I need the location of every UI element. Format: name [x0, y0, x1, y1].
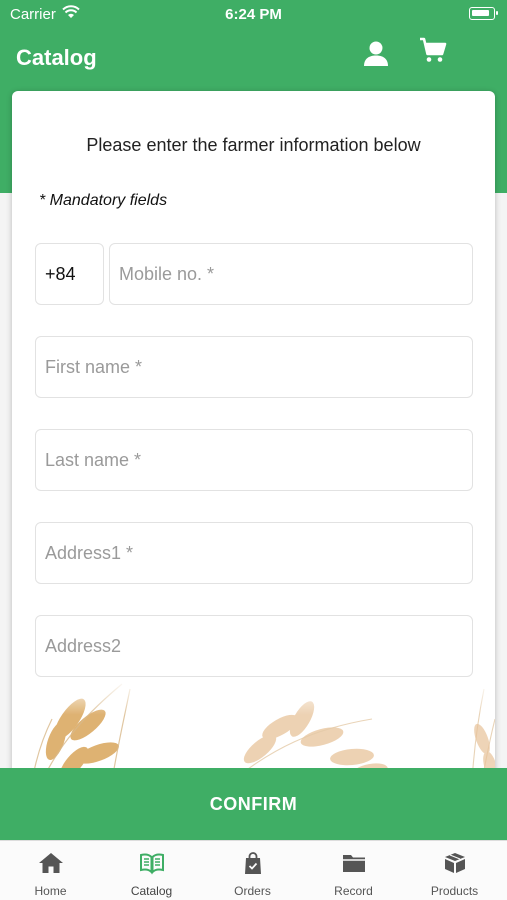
products-icon — [445, 853, 465, 873]
orders-icon — [245, 852, 261, 874]
country-code: +84 — [45, 263, 76, 284]
mobile-field[interactable] — [109, 243, 473, 305]
country-code-field[interactable]: +84 — [35, 243, 104, 305]
record-icon — [343, 855, 365, 872]
form-instructions: Please enter the farmer information belo… — [86, 135, 421, 155]
farmer-form-card: Please enter the farmer information belo… — [12, 91, 495, 781]
first-name-input[interactable] — [45, 356, 472, 378]
status-bar: Carrier 6:24 PM — [0, 0, 507, 30]
first-name-field[interactable] — [35, 336, 473, 398]
tab-orders[interactable]: Orders — [202, 841, 303, 900]
status-time: 6:24 PM — [225, 6, 282, 23]
page-title: Catalog — [16, 45, 97, 70]
address2-input[interactable] — [45, 635, 472, 657]
tab-home-label: Home — [34, 884, 67, 898]
tab-record-label: Record — [334, 884, 373, 898]
home-icon — [39, 853, 63, 873]
user-icon[interactable] — [361, 38, 391, 68]
battery-icon — [469, 7, 498, 20]
mandatory-note: * Mandatory fields — [39, 192, 168, 209]
tab-record[interactable]: Record — [303, 841, 404, 900]
tab-home[interactable]: Home — [0, 841, 101, 900]
address1-field[interactable] — [35, 522, 473, 584]
cart-icon[interactable] — [418, 36, 448, 64]
catalog-icon — [140, 853, 164, 875]
last-name-field[interactable] — [35, 429, 473, 491]
mobile-input[interactable] — [119, 263, 472, 285]
tab-products[interactable]: Products — [404, 841, 505, 900]
tab-products-label: Products — [430, 884, 479, 898]
tab-catalog-label: Catalog — [130, 884, 173, 898]
address2-field[interactable] — [35, 615, 473, 677]
wheat-illustration — [12, 679, 495, 781]
confirm-button[interactable]: CONFIRM — [0, 768, 507, 840]
tab-catalog[interactable]: Catalog — [101, 841, 202, 900]
address1-input[interactable] — [45, 542, 472, 564]
tab-bar: Home Catalog Orders Record Products — [0, 840, 507, 900]
last-name-input[interactable] — [45, 449, 472, 471]
tab-orders-label: Orders — [234, 884, 271, 898]
